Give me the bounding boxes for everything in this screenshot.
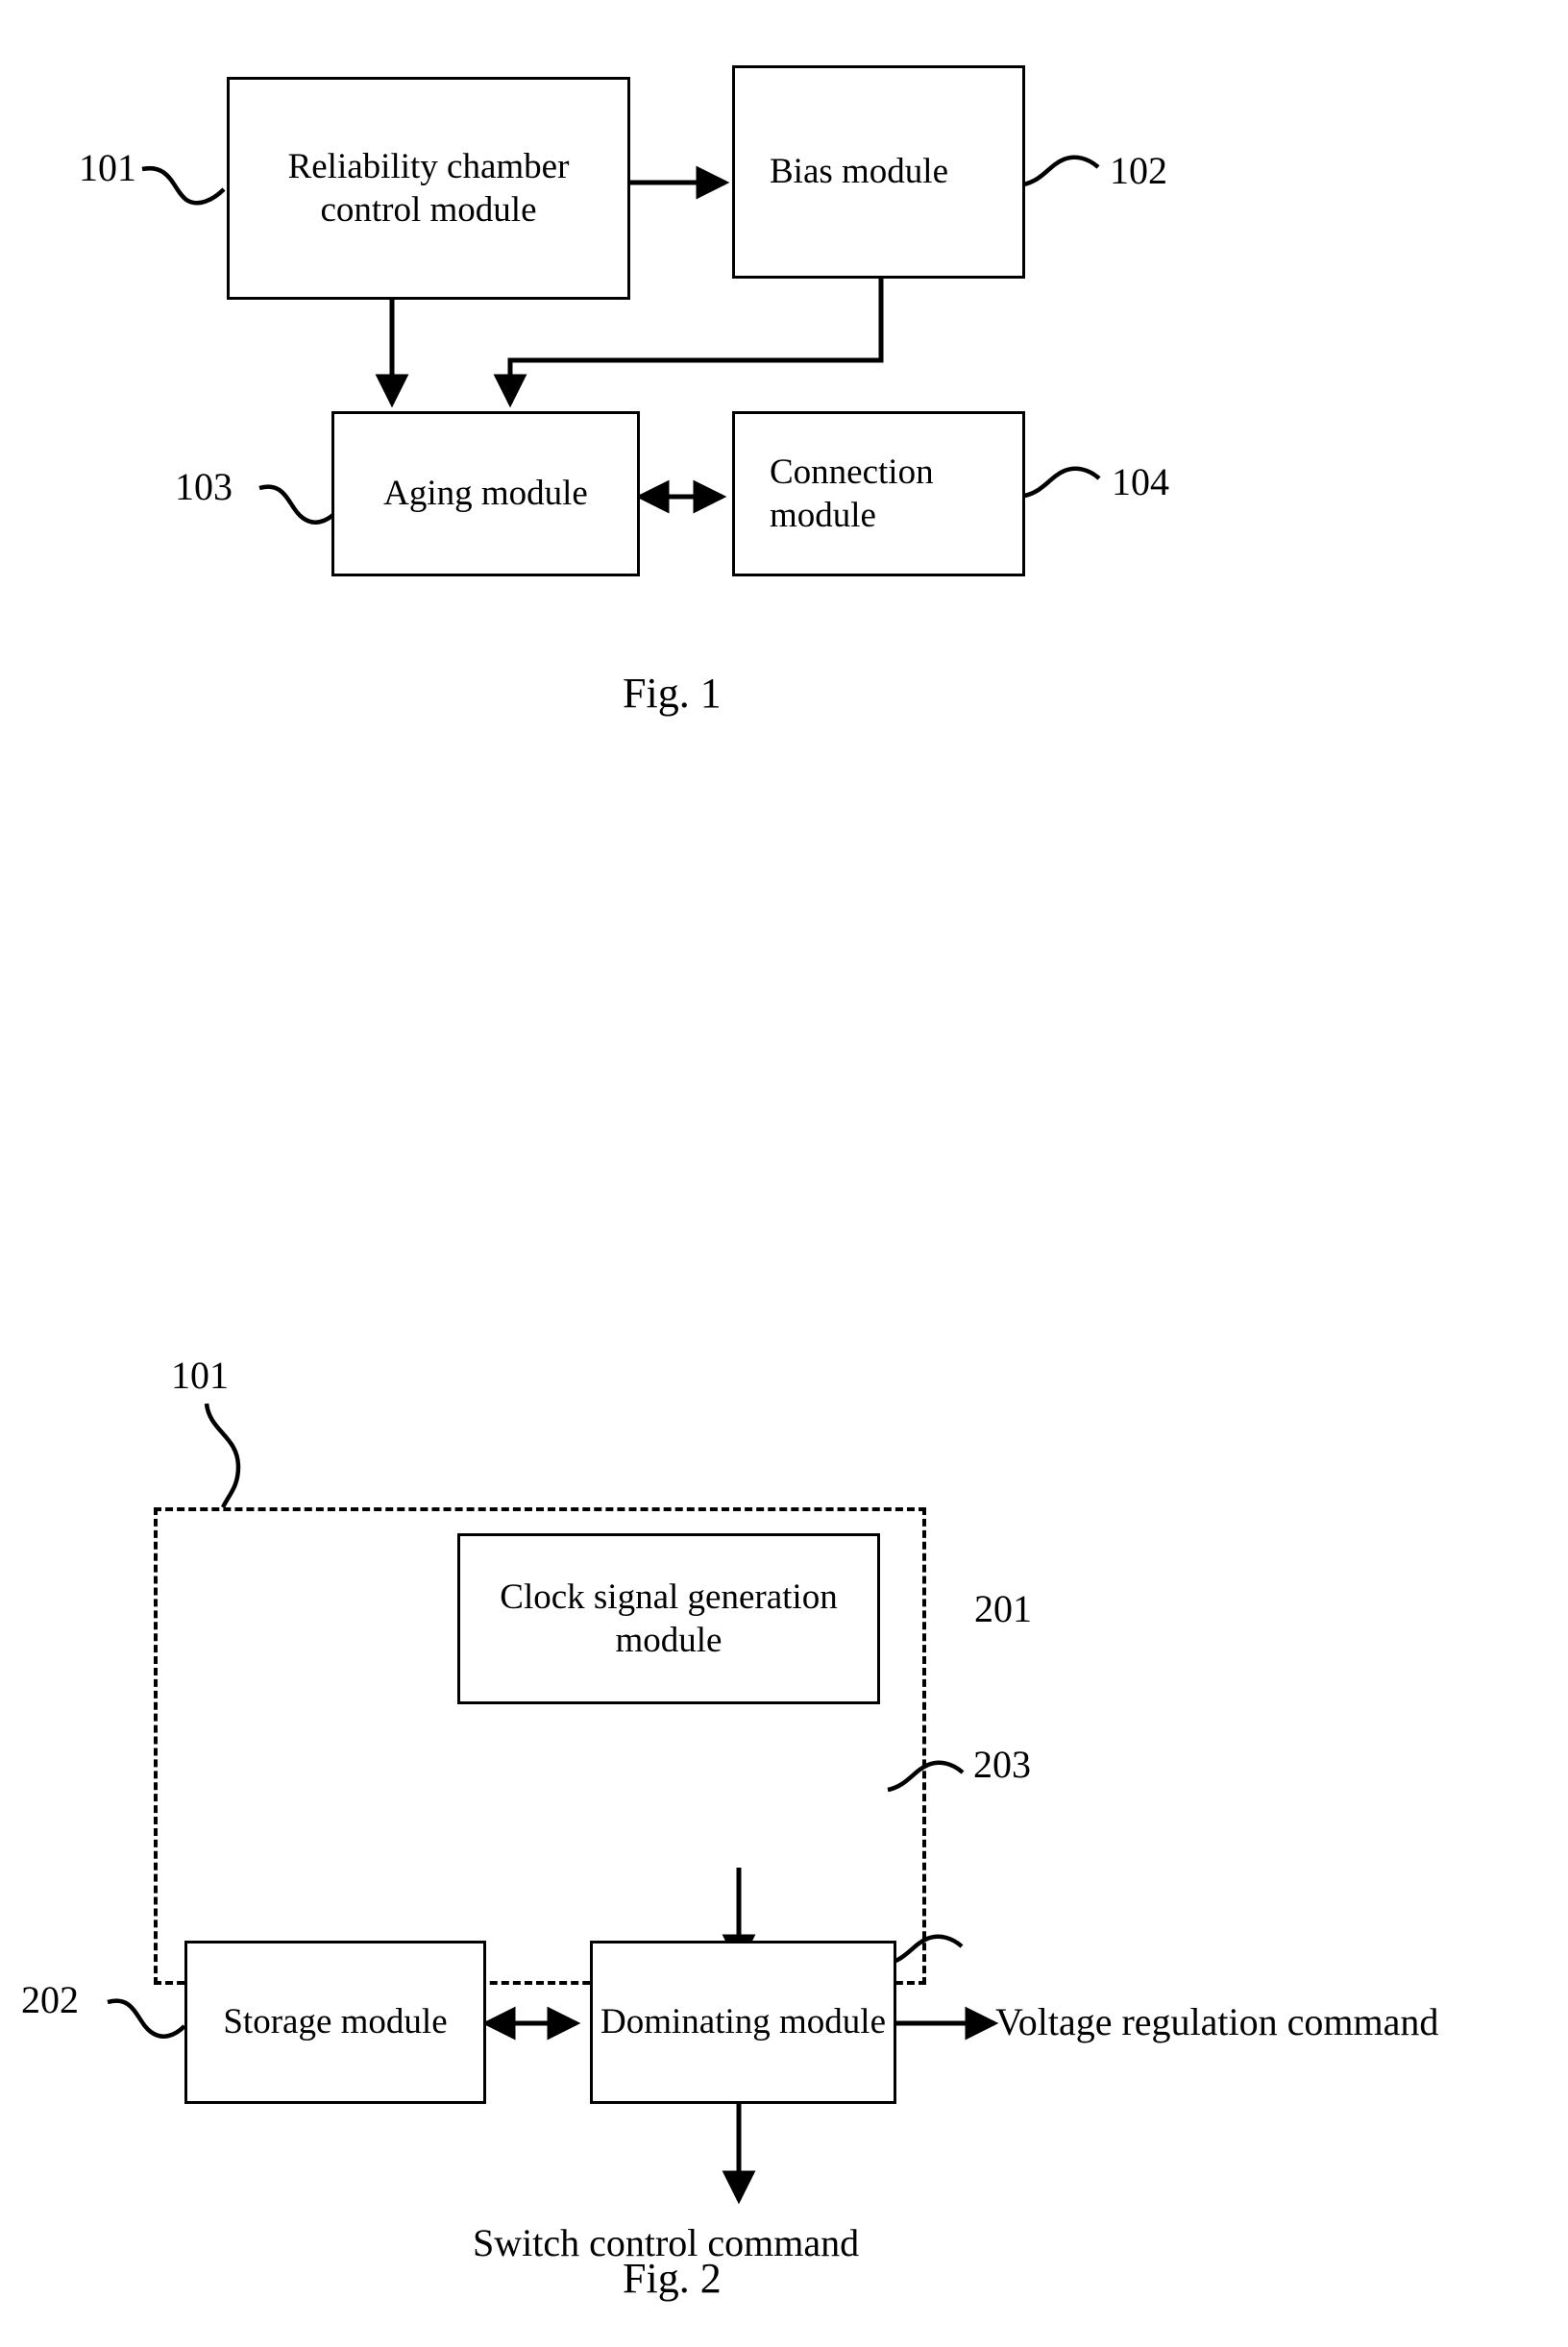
ref-numeral-101-fig2: 101 <box>171 1354 229 1397</box>
box-connection-module-label: Connection module <box>770 452 934 535</box>
figure-2-caption: Fig. 2 <box>623 2255 722 2302</box>
box-reliability-chamber-control-module[interactable]: Reliability chamber control module <box>227 77 630 300</box>
output-label-voltage-regulation-command: Voltage regulation command <box>995 2000 1439 2043</box>
box-connection-module[interactable]: Connection module <box>732 411 1025 576</box>
ref-numeral-101-fig1: 101 <box>79 146 136 189</box>
box-bias-module[interactable]: Bias module <box>732 65 1025 279</box>
ref-numeral-203-fig2: 203 <box>973 1743 1031 1786</box>
ref-numeral-103-fig1: 103 <box>175 465 233 508</box>
ref-numeral-202-fig2: 202 <box>21 1978 79 2021</box>
leader-line-101-fig1 <box>141 165 226 206</box>
box-aging-module[interactable]: Aging module <box>331 411 640 576</box>
ref-numeral-102-fig1: 102 <box>1110 149 1167 192</box>
box-storage-module[interactable]: Storage module <box>184 1941 486 2104</box>
leader-line-102-fig1 <box>1022 155 1100 187</box>
box-reliability-chamber-control-module-label: Reliability chamber control module <box>287 146 570 230</box>
leader-line-104-fig1 <box>1023 466 1101 499</box>
ref-numeral-201-fig2: 201 <box>974 1587 1032 1630</box>
box-dominating-module-label: Dominating module <box>600 2002 886 2042</box>
patent-figure-page: Reliability chamber control module 101 B… <box>0 0 1568 2347</box>
box-clock-signal-generation-module-label: Clock signal generation module <box>500 1577 838 1660</box>
box-dominating-module[interactable]: Dominating module <box>590 1941 896 2104</box>
leader-line-103-fig1 <box>258 484 338 525</box>
ref-numeral-104-fig1: 104 <box>1112 460 1169 503</box>
box-aging-module-label: Aging module <box>383 474 588 514</box>
box-storage-module-label: Storage module <box>223 2002 448 2042</box>
box-clock-signal-generation-module[interactable]: Clock signal generation module <box>457 1533 880 1704</box>
leader-line-101-fig2 <box>204 1403 241 1508</box>
box-bias-module-label: Bias module <box>770 152 949 192</box>
figure-1-caption: Fig. 1 <box>623 670 722 717</box>
leader-line-202-fig2 <box>107 1998 186 2039</box>
